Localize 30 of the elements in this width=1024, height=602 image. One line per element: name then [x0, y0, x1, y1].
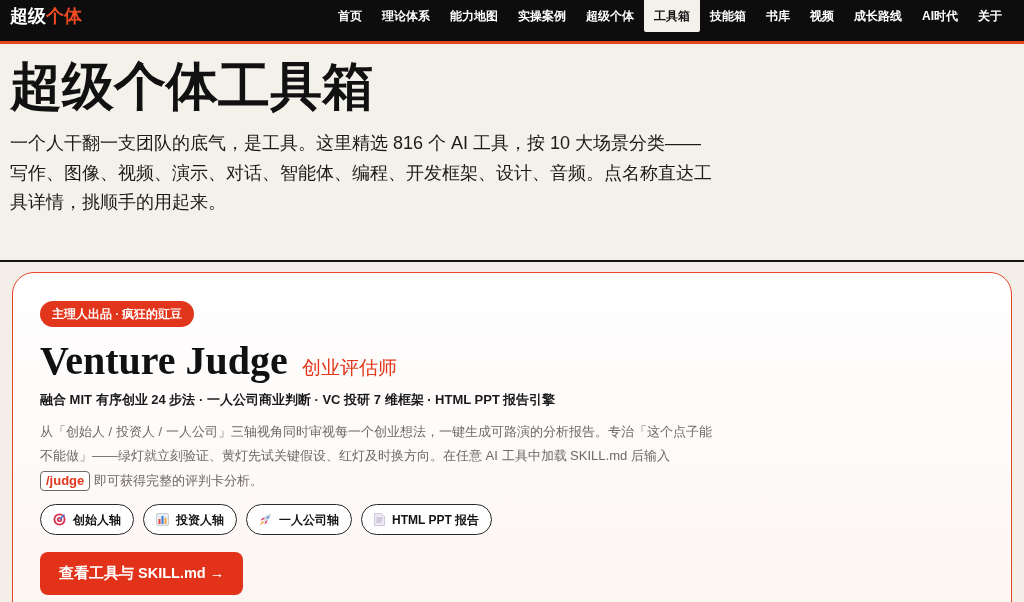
nav-link[interactable]: 理论体系: [372, 0, 440, 32]
tool-tagline: 融合 MIT 有序创业 24 步法 · 一人公司商业判断 · VC 投研 7 维框架 · HTML PPT 报告引擎: [40, 391, 557, 410]
page-title: 超级个体工具箱: [10, 57, 375, 117]
target-icon: [53, 513, 66, 527]
nav-link[interactable]: 视频: [800, 0, 844, 32]
nav-link[interactable]: 书库: [756, 0, 800, 32]
tool-title: Venture Judge: [40, 339, 288, 384]
tool-subtitle: 创业评估师: [301, 356, 397, 381]
site-logo[interactable]: 超级个体: [10, 0, 82, 32]
feature-chip[interactable]: HTML PPT 报告: [361, 504, 493, 536]
nav-link[interactable]: 超级个体: [576, 0, 644, 32]
nav-link[interactable]: 关于: [968, 0, 1012, 32]
nav-link[interactable]: 能力地图: [440, 0, 508, 32]
nav-link[interactable]: 首页: [328, 0, 372, 32]
rocket-icon: [259, 513, 272, 527]
page-intro: 一个人干翻一支团队的底气，是工具。这里精选 816 个 AI 工具，按 10 大场景分类——写作、图像、视频、演示、对话、智能体、编程、开发框架、设计、音频。点名称直达工具详情，挑顺手的用起来。: [10, 132, 713, 214]
nav-link[interactable]: 实操案例: [508, 0, 576, 32]
command-chip: /judge: [40, 470, 91, 491]
author-badge: 主理人出品 · 疯狂的豇豆: [40, 301, 195, 328]
nav-link[interactable]: AI时代: [912, 0, 968, 32]
nav-link[interactable]: 成长路线: [844, 0, 912, 32]
bar-chart-icon: [156, 513, 169, 527]
feature-chip[interactable]: 投资人轴: [143, 504, 237, 536]
nav-link[interactable]: 工具箱: [644, 0, 700, 32]
nav-link[interactable]: 技能箱: [700, 0, 756, 32]
document-icon: [374, 513, 385, 527]
view-tool-button[interactable]: 查看工具与 SKILL.md →: [40, 552, 244, 596]
feature-chip[interactable]: 创始人轴: [40, 504, 134, 536]
feature-chip[interactable]: 一人公司轴: [246, 504, 352, 536]
tool-description: 从「创始人 / 投资人 / 一人公司」三轴视角同时审视每一个创业想法，一键生成可路演的分析报告。专治「这个点子能不能做」——绿灯就立刻验证、黄灯先试关键假设、红灯及时换方向。在任意 AI 工具中加载 SKILL.md 后输入 /judge 即可获得完整的评判卡分析。: [40, 419, 720, 494]
